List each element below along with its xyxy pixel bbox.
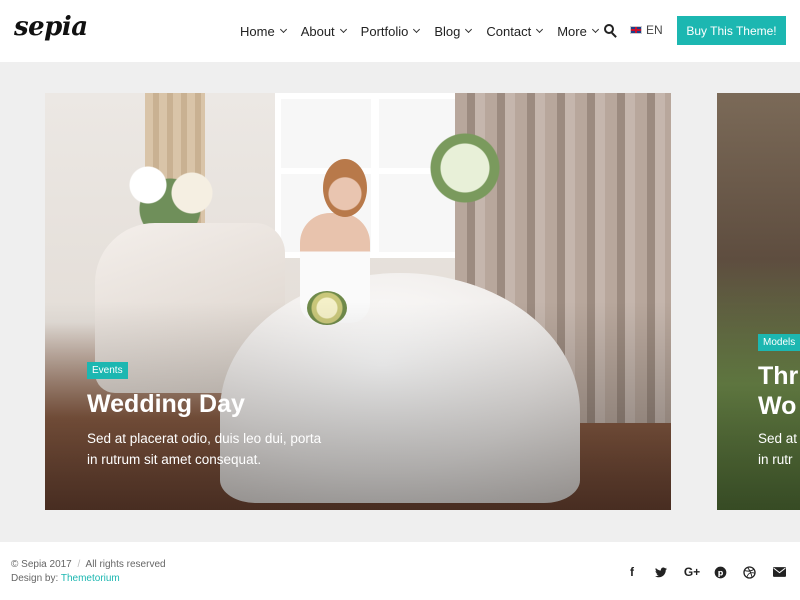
slide-title[interactable]: Wo [758,392,796,421]
google-plus-icon[interactable]: G+ [682,564,702,580]
buy-theme-button[interactable]: Buy This Theme! [677,16,786,45]
slide-excerpt-line: in rutrum sit amet consequat. [87,452,262,467]
facebook-icon[interactable]: f [624,564,640,580]
site-logo[interactable]: sepia [14,12,88,42]
nav-item-blog[interactable]: Blog [434,23,473,39]
nav-item-label: More [557,23,587,39]
language-label: EN [646,23,663,37]
designer-link[interactable]: Themetorium [61,573,120,584]
slide-title[interactable]: Thr [758,362,798,391]
nav-item-label: Home [240,23,275,39]
hero-slider: Events Wedding Day Sed at placerat odio,… [0,62,800,542]
chevron-down-icon [413,25,421,34]
chevron-down-icon [339,25,347,34]
slide-wedding-day[interactable]: Events Wedding Day Sed at placerat odio,… [45,93,671,510]
twitter-icon[interactable] [653,564,669,580]
nav-item-label: About [300,23,335,39]
email-icon[interactable] [771,564,787,580]
nav-item-contact[interactable]: Contact [486,23,544,39]
chevron-down-icon [591,25,599,34]
uk-flag-icon [630,26,642,34]
category-badge[interactable]: Events [87,362,128,379]
chevron-down-icon [279,25,287,34]
chevron-down-icon [465,25,473,34]
copyright: © Sepia 2017 / All rights reserved [11,559,166,570]
dribbble-icon[interactable] [741,564,757,580]
separator: / [77,559,81,570]
nav-item-label: Blog [434,23,461,39]
slide-excerpt-line: Sed at placerat odio, duis leo dui, port… [87,431,322,446]
design-credit: Design by: Themetorium [11,573,120,584]
slide-excerpt-line: in rutr [758,452,793,467]
category-badge[interactable]: Models [758,334,800,351]
svg-text:p: p [717,568,723,577]
slide-title[interactable]: Wedding Day [87,390,245,419]
nav-item-label: Portfolio [360,23,409,39]
chevron-down-icon [536,25,544,34]
nav-item-more[interactable]: More [557,23,599,39]
language-switcher[interactable]: EN [630,23,663,37]
nav-item-about[interactable]: About [300,23,347,39]
slide-next[interactable]: Models Thr Wo Sed at in rutr [717,93,800,510]
nav-item-label: Contact [486,23,532,39]
pinterest-icon[interactable]: p [712,564,728,580]
nav-item-portfolio[interactable]: Portfolio [360,23,421,39]
site-header: sepia Home About Portfolio Blog Contact … [0,0,800,62]
slide-excerpt-line: Sed at [758,431,798,446]
nav-item-home[interactable]: Home [240,23,287,39]
main-nav: Home About Portfolio Blog Contact More [240,0,613,62]
search-icon[interactable] [604,24,618,38]
site-footer: © Sepia 2017 / All rights reserved Desig… [0,542,800,600]
